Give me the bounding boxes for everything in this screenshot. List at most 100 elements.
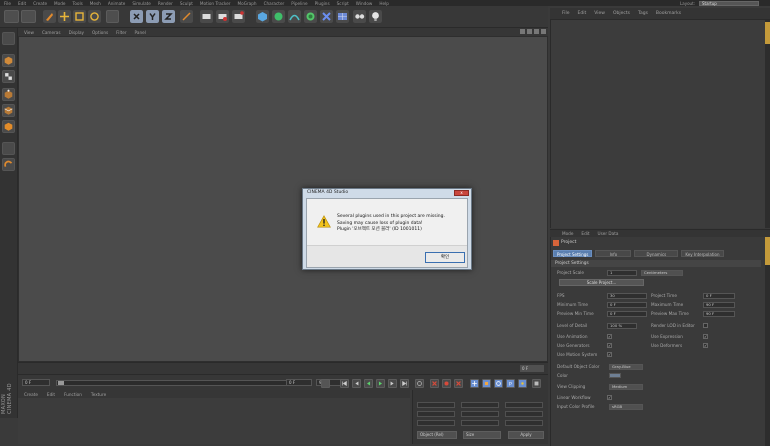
om-menu-file[interactable]: File [562, 11, 570, 16]
timeline-ruler[interactable]: 0 F [18, 362, 548, 374]
size-x-field[interactable] [461, 402, 499, 408]
linear-workflow-checkbox[interactable]: ✓ [607, 395, 612, 400]
am-menu-edit[interactable]: Edit [581, 231, 589, 236]
scale-icon[interactable] [73, 10, 86, 23]
project-scale-unit-select[interactable]: Centimeters [641, 270, 683, 276]
color-swatch[interactable] [609, 373, 621, 378]
slider-thumb[interactable] [58, 381, 64, 385]
render-view-icon[interactable] [200, 10, 213, 23]
light-icon[interactable] [369, 10, 382, 23]
menu-file[interactable]: File [4, 1, 11, 6]
polygons-mode-icon[interactable] [2, 120, 15, 133]
am-tab-attributes[interactable] [765, 237, 770, 265]
record-active-objects-icon[interactable] [430, 379, 439, 388]
y-axis-lock-icon[interactable] [146, 10, 159, 23]
next-key-icon[interactable] [388, 379, 397, 388]
coord-mode-select[interactable]: Object (Rel) [417, 431, 457, 439]
play-forward-icon[interactable] [376, 379, 385, 388]
pan-icon[interactable] [520, 29, 525, 34]
use-motion-system-checkbox[interactable]: ✓ [607, 352, 612, 357]
material-menu-create[interactable]: Create [24, 392, 38, 397]
rotation-p-field[interactable] [505, 411, 543, 417]
menu-create[interactable]: Create [33, 1, 47, 6]
layout-select[interactable]: Startup [699, 0, 759, 6]
camera-icon[interactable] [353, 10, 366, 23]
am-menu-mode[interactable]: Mode [562, 231, 573, 236]
use-deformers-checkbox[interactable]: ✓ [703, 343, 708, 348]
x-axis-lock-icon[interactable] [130, 10, 143, 23]
play-backward-icon[interactable] [364, 379, 373, 388]
rotation-b-field[interactable] [505, 420, 543, 426]
go-to-start-icon[interactable] [340, 379, 349, 388]
preview-max-time-field[interactable]: 90 F [703, 311, 735, 317]
rotate-icon[interactable] [88, 10, 101, 23]
texture-mode-icon[interactable] [2, 70, 15, 83]
preview-range-slider[interactable] [56, 380, 294, 386]
scheme-settings-icon[interactable] [532, 379, 541, 388]
menu-render[interactable]: Render [158, 1, 173, 6]
orbit-icon[interactable] [534, 29, 539, 34]
menu-script[interactable]: Script [337, 1, 349, 6]
render-to-picture-viewer-icon[interactable] [216, 10, 229, 23]
menu-animate[interactable]: Animate [108, 1, 126, 6]
coordinate-system-icon[interactable] [180, 10, 193, 23]
material-menu-function[interactable]: Function [64, 392, 82, 397]
menu-pipeline[interactable]: Pipeline [291, 1, 307, 6]
fps-field[interactable]: 30 [607, 293, 647, 299]
size-z-field[interactable] [461, 420, 499, 426]
viewport-menu-options[interactable]: Options [92, 30, 108, 35]
point-level-animation-icon[interactable] [518, 379, 527, 388]
menu-window[interactable]: Window [356, 1, 373, 6]
rotation-key-icon[interactable] [494, 379, 503, 388]
om-side-tab[interactable] [765, 20, 770, 228]
deformer-icon[interactable] [320, 10, 333, 23]
dialog-ok-button[interactable]: 확인 [425, 252, 465, 263]
level-of-detail-field[interactable]: 100 % [607, 323, 637, 329]
dialog-close-button[interactable]: x [454, 190, 469, 196]
default-object-color-select[interactable]: Gray-Blue [609, 364, 643, 370]
minimum-time-field[interactable]: 0 F [607, 302, 647, 308]
use-animation-checkbox[interactable]: ✓ [607, 334, 612, 339]
tab-project-settings[interactable]: Project Settings [553, 250, 593, 257]
menu-mode[interactable]: Mode [54, 1, 65, 6]
om-menu-view[interactable]: View [594, 11, 605, 16]
scale-key-icon[interactable] [482, 379, 491, 388]
viewport-menu-panel[interactable]: Panel [135, 30, 146, 35]
om-menu-objects[interactable]: Objects [613, 11, 630, 16]
rotation-h-field[interactable] [505, 402, 543, 408]
position-key-icon[interactable] [470, 379, 479, 388]
make-editable-icon[interactable] [2, 32, 15, 45]
use-generators-checkbox[interactable]: ✓ [607, 343, 612, 348]
use-expression-checkbox[interactable]: ✓ [703, 334, 708, 339]
input-color-profile-select[interactable]: sRGB [609, 404, 643, 410]
om-tab-objects[interactable] [765, 22, 770, 44]
viewport-menu-display[interactable]: Display [69, 30, 84, 35]
view-clipping-select[interactable]: Medium [609, 384, 643, 390]
scale-project-button[interactable]: Scale Project... [559, 279, 644, 286]
am-side-tab[interactable] [765, 237, 770, 446]
material-menu-edit[interactable]: Edit [47, 392, 55, 397]
preview-min-time-field[interactable]: 0 F [607, 311, 647, 317]
points-mode-icon[interactable] [2, 88, 15, 101]
live-selection-icon[interactable] [43, 10, 56, 23]
go-to-end-icon[interactable] [400, 379, 409, 388]
edges-mode-icon[interactable] [2, 104, 15, 117]
undo-icon[interactable] [4, 10, 19, 23]
viewport-menu-view[interactable]: View [24, 30, 34, 35]
maximize-view-icon[interactable] [541, 29, 546, 34]
current-frame-field[interactable]: 0 F [286, 379, 312, 386]
snap-icon[interactable] [2, 158, 15, 171]
nurbs-icon[interactable] [304, 10, 317, 23]
parameter-key-icon[interactable]: P [506, 379, 515, 388]
coord-size-select[interactable]: Size [463, 431, 501, 439]
model-mode-icon[interactable] [2, 54, 15, 67]
om-menu-edit[interactable]: Edit [578, 11, 587, 16]
material-menu-texture[interactable]: Texture [91, 392, 106, 397]
project-scale-field[interactable]: 1 [607, 270, 637, 276]
move-icon[interactable] [58, 10, 71, 23]
material-manager-area[interactable] [18, 398, 410, 444]
menu-mograph[interactable]: MoGraph [238, 1, 257, 6]
menu-simulate[interactable]: Simulate [132, 1, 151, 6]
menu-character[interactable]: Character [264, 1, 285, 6]
menu-edit[interactable]: Edit [18, 1, 26, 6]
